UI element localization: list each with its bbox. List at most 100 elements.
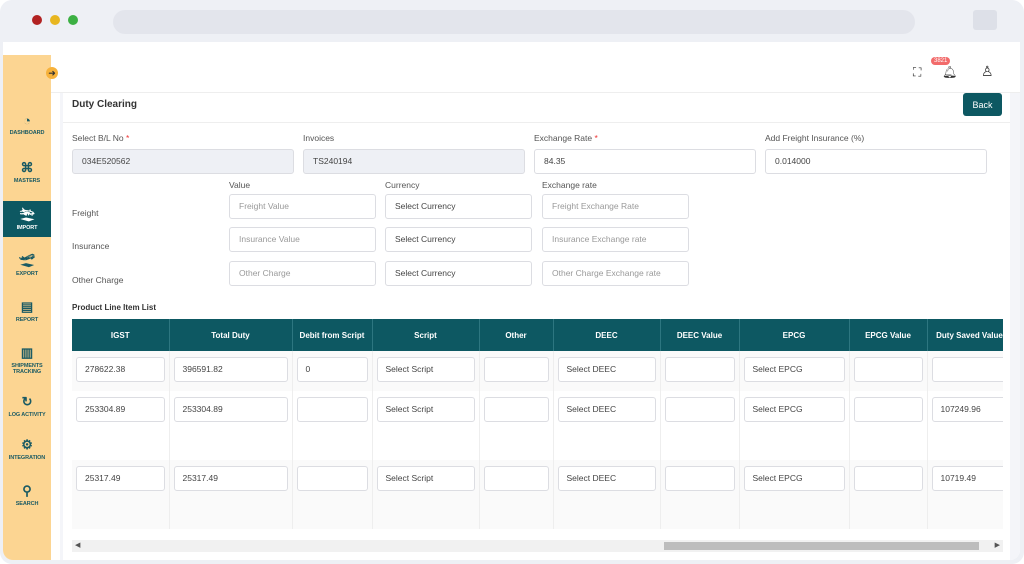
dashboard-icon: ◔ xyxy=(23,113,31,128)
sidebar-item-label: REPORT xyxy=(15,317,39,323)
sidebar-item-dashboard[interactable]: ◔ DASHBOARD xyxy=(3,113,51,136)
cell-input-deec-value[interactable] xyxy=(664,357,735,382)
cell-input-deec[interactable]: Select DEEC xyxy=(557,357,656,382)
cell-input-other[interactable] xyxy=(483,397,549,422)
cell-input-epcg-value[interactable] xyxy=(853,466,923,491)
gears-icon: ⚙ xyxy=(21,437,33,452)
charge-label: Insurance xyxy=(72,241,110,251)
export-icon: 🛫︎ xyxy=(18,253,36,268)
cell-input-total-duty[interactable]: 253304.89 xyxy=(173,397,288,422)
charge-label: Freight xyxy=(72,208,99,218)
cell-input-duty-saved-value[interactable] xyxy=(931,357,1003,382)
currency-select[interactable]: Select Currency xyxy=(385,194,532,219)
cell-input-deec[interactable]: Select DEEC xyxy=(557,466,656,491)
sidebar-item-label: DASHBOARD xyxy=(9,130,45,136)
cell-input-igst[interactable]: 25317.49 xyxy=(76,466,165,491)
sidebar-item-masters[interactable]: ⌘ MASTERS xyxy=(3,160,51,184)
currency-col-label: Currency xyxy=(385,180,420,190)
table-row: 25317.49 25317.49 Select Script Select DEEC… xyxy=(72,460,1003,529)
value-col-label: Value xyxy=(229,180,251,190)
cell-input-duty-saved-value[interactable]: 10719.49 xyxy=(931,466,1003,491)
sidebar-item-integration[interactable]: ⚙ INTEGRATION xyxy=(3,437,51,461)
charge-exchange-rate-input[interactable]: Freight Exchange Rate xyxy=(542,194,689,219)
cell-input-script[interactable]: Select Script xyxy=(376,357,475,382)
back-button[interactable]: Back xyxy=(963,93,1002,116)
invoices-field[interactable]: TS240194 xyxy=(303,149,525,174)
sidebar-item-label: MASTERS xyxy=(13,178,41,184)
cell-input-epcg[interactable]: Select EPCG xyxy=(743,466,845,491)
cell-input-epcg[interactable]: Select EPCG xyxy=(743,357,845,382)
product-line-table: IGST Total Duty Debit from Script Script Oth… xyxy=(72,319,1003,539)
exchange-rate-field[interactable]: 84.35 xyxy=(534,149,756,174)
cell-input-debit-from-script[interactable]: 0 xyxy=(296,357,368,382)
page-title: Duty Clearing xyxy=(72,99,138,110)
search-icon: ⚲ xyxy=(22,483,32,498)
bl-no-field[interactable]: 034E520562 xyxy=(72,149,294,174)
bell-icon[interactable]: 🔔︎ xyxy=(942,65,957,79)
cell-input-script[interactable]: Select Script xyxy=(376,397,475,422)
cell-input-debit-from-script[interactable] xyxy=(296,466,368,491)
sidebar: ◔ DASHBOARD ⌘ MASTERS 🛬︎ IMPORT 🛫︎ EXPORT ▤ REPOR… xyxy=(3,55,51,560)
charge-label: Other Charge xyxy=(72,275,124,285)
history-icon: ↻ xyxy=(21,394,33,409)
sidebar-item-export[interactable]: 🛫︎ EXPORT xyxy=(3,253,51,277)
invoices-label: Invoices xyxy=(303,133,335,143)
exchange-rate-col-label: Exchange rate xyxy=(542,180,597,190)
cell-input-duty-saved-value[interactable]: 107249.96 xyxy=(931,397,1003,422)
bl-label: Select B/L No * xyxy=(72,133,130,143)
charge-value-input[interactable]: Other Charge xyxy=(229,261,376,286)
cell-input-total-duty[interactable]: 396591.82 xyxy=(173,357,288,382)
duty-clearing-card: Duty Clearing Back Select B/L No * 034E5… xyxy=(63,93,1010,560)
charge-value-input[interactable]: Insurance Value xyxy=(229,227,376,252)
sidebar-item-import[interactable]: 🛬︎ IMPORT xyxy=(3,201,51,237)
address-bar[interactable] xyxy=(113,10,915,34)
cell-input-epcg-value[interactable] xyxy=(853,357,923,382)
sidebar-item-label: LOG ACTIVITY xyxy=(8,412,46,418)
fullscreen-icon[interactable]: ⛶ xyxy=(913,65,921,80)
currency-select[interactable]: Select Currency xyxy=(385,227,532,252)
scroll-right-icon[interactable]: ▶ xyxy=(995,540,1000,552)
user-icon[interactable]: ♙ xyxy=(981,63,994,80)
import-icon: 🛬︎ xyxy=(18,207,36,222)
table-title: Product Line Item List xyxy=(72,303,157,312)
sidebar-item-shipments-tracking[interactable]: ▥ SHIPMENTS TRACKING xyxy=(3,345,51,375)
charge-exchange-rate-input[interactable]: Other Charge Exchange rate xyxy=(542,261,689,286)
scroll-left-icon[interactable]: ◀ xyxy=(75,540,80,552)
close-dot[interactable] xyxy=(32,15,42,25)
sidebar-item-label: EXPORT xyxy=(15,271,38,277)
currency-select[interactable]: Select Currency xyxy=(385,261,532,286)
column-header: Script xyxy=(372,319,480,351)
cell-input-other[interactable] xyxy=(483,357,549,382)
cell-input-total-duty[interactable]: 25317.49 xyxy=(173,466,288,491)
maximize-dot[interactable] xyxy=(68,15,78,25)
content-area: Duty Clearing Back Select B/L No * 034E5… xyxy=(60,93,1020,560)
cell-input-script[interactable]: Select Script xyxy=(376,466,475,491)
window-button[interactable] xyxy=(973,10,997,30)
cell-input-debit-from-script[interactable] xyxy=(296,397,368,422)
charge-value-input[interactable]: Freight Value xyxy=(229,194,376,219)
column-header: DEEC Value xyxy=(660,319,740,351)
sidebar-toggle-icon[interactable]: ➜ xyxy=(46,67,58,79)
cell-input-deec-value[interactable] xyxy=(664,397,735,422)
exchange-rate-label: Exchange Rate * xyxy=(534,133,598,143)
column-header: Duty Saved Value xyxy=(927,319,1003,351)
sidebar-item-search[interactable]: ⚲ SEARCH xyxy=(3,483,51,507)
cell-input-igst[interactable]: 278622.38 xyxy=(76,357,165,382)
horizontal-scrollbar[interactable]: ◀ ▶ xyxy=(72,540,1003,552)
cell-input-other[interactable] xyxy=(483,466,549,491)
notification-badge: 3821 xyxy=(931,57,951,65)
cell-input-epcg[interactable]: Select EPCG xyxy=(743,397,845,422)
map-icon: ▥ xyxy=(20,345,34,360)
scrollbar-thumb[interactable] xyxy=(664,542,979,550)
cell-input-igst[interactable]: 253304.89 xyxy=(76,397,165,422)
minimize-dot[interactable] xyxy=(50,15,60,25)
cell-input-deec[interactable]: Select DEEC xyxy=(557,397,656,422)
sidebar-item-label: SHIPMENTS TRACKING xyxy=(11,363,43,375)
freight-insurance-field[interactable]: 0.014000 xyxy=(765,149,987,174)
sidebar-item-report[interactable]: ▤ REPORT xyxy=(3,299,51,323)
cell-input-epcg-value[interactable] xyxy=(853,397,923,422)
sidebar-item-log-activity[interactable]: ↻ LOG ACTIVITY xyxy=(3,394,51,418)
cell-input-deec-value[interactable] xyxy=(664,466,735,491)
charge-exchange-rate-input[interactable]: Insurance Exchange rate xyxy=(542,227,689,252)
column-header: EPCG xyxy=(739,319,850,351)
